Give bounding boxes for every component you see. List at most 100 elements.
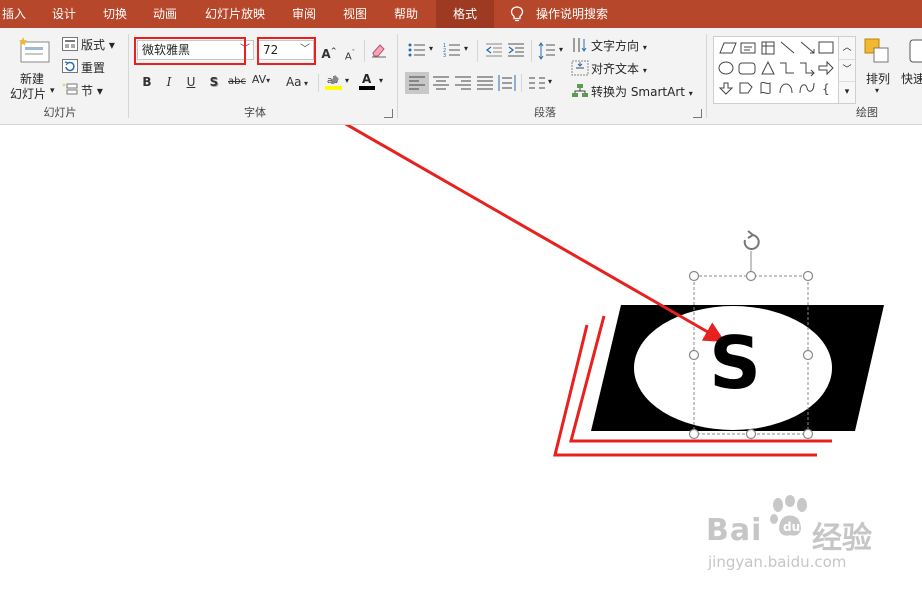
arrange-button[interactable]: 排列: [866, 70, 890, 87]
grow-font-button[interactable]: A^: [320, 42, 338, 61]
resize-handle[interactable]: [688, 349, 700, 361]
highlight-dropdown-icon[interactable]: ▾: [345, 76, 349, 85]
shrink-font-button[interactable]: Aˇ: [341, 44, 359, 62]
bullets-icon[interactable]: [408, 42, 426, 58]
clear-formatting-icon[interactable]: [371, 42, 387, 58]
character-spacing-label: AV: [251, 73, 267, 86]
change-case-button[interactable]: Aa ▾: [282, 73, 312, 91]
gallery-scroll-up-icon[interactable]: ︿: [839, 37, 855, 60]
tab-insert[interactable]: 插入: [2, 0, 26, 28]
italic-button[interactable]: I: [160, 73, 178, 91]
line-spacing-dropdown-icon[interactable]: ▾: [559, 45, 563, 54]
ribbon-tab-bar: 插入 设计 切换 动画 幻灯片放映 审阅 视图 帮助 格式 操作说明搜索: [0, 0, 922, 28]
watermark-url: jingyan.baidu.com: [708, 553, 847, 571]
new-slide-icon[interactable]: [17, 37, 51, 65]
resize-handle[interactable]: [745, 428, 757, 440]
columns-dropdown-icon[interactable]: ▾: [548, 77, 552, 86]
resize-handle[interactable]: [802, 270, 814, 282]
shrink-font-label: A: [344, 51, 352, 63]
reset-icon: [62, 59, 78, 73]
columns-icon[interactable]: [528, 75, 546, 91]
new-slide-label-2[interactable]: 幻灯片: [10, 85, 46, 102]
underline-button[interactable]: U: [182, 73, 200, 91]
resize-handle[interactable]: [688, 270, 700, 282]
resize-handle[interactable]: [802, 349, 814, 361]
section-icon: [62, 83, 78, 95]
highlight-color-icon[interactable]: ab: [325, 73, 343, 91]
slide-letter[interactable]: S: [700, 315, 770, 411]
convert-smartart-button[interactable]: 转换为 SmartArt ▾: [591, 83, 693, 100]
text-direction-icon: [573, 38, 587, 52]
tab-review[interactable]: 审阅: [292, 0, 316, 28]
smartart-icon: [572, 84, 588, 97]
tab-slideshow[interactable]: 幻灯片放映: [205, 0, 265, 28]
font-color-letter: A: [362, 72, 372, 86]
gallery-more-icon[interactable]: ▾: [839, 82, 855, 103]
tab-transitions[interactable]: 切换: [103, 0, 127, 28]
bullets-dropdown-icon[interactable]: ▾: [429, 44, 433, 53]
text-direction-label: 文字方向: [591, 39, 640, 53]
gallery-scroll-down-icon[interactable]: ﹀: [839, 60, 855, 82]
font-group-label: 字体: [244, 106, 266, 119]
slide-canvas[interactable]: S Bai du 经验 jingyan.baidu.com: [0, 125, 922, 593]
font-name-highlight: [134, 37, 246, 65]
align-left-icon: [409, 76, 425, 90]
arrange-dropdown-icon[interactable]: ▾: [875, 86, 879, 95]
shapes-gallery-scroll: ︿ ﹀ ▾: [838, 36, 856, 104]
tab-animations[interactable]: 动画: [153, 0, 177, 28]
shapes-gallery-icons: {: [718, 41, 834, 96]
decrease-indent-icon[interactable]: [485, 42, 503, 58]
text-direction-button[interactable]: 文字方向 ▾: [591, 37, 647, 54]
tell-me-search[interactable]: 操作说明搜索: [536, 0, 608, 28]
reset-button[interactable]: 重置: [81, 59, 105, 76]
align-text-label: 对齐文本: [591, 62, 640, 76]
rotate-handle-icon[interactable]: [743, 230, 760, 250]
svg-text:du: du: [783, 520, 800, 534]
font-divider: [318, 74, 319, 92]
quick-styles-button[interactable]: 快速: [901, 70, 922, 87]
watermark-brand-left: Bai: [706, 513, 763, 548]
lightbulb-icon: [510, 6, 524, 22]
tab-view[interactable]: 视图: [343, 0, 367, 28]
text-shadow-button[interactable]: S: [205, 73, 223, 91]
align-text-button[interactable]: 对齐文本 ▾: [591, 60, 647, 77]
paw-logo-icon: du: [770, 495, 807, 536]
tab-format[interactable]: 格式: [436, 0, 494, 28]
numbering-dropdown-icon[interactable]: ▾: [464, 44, 468, 53]
section-label: 节: [81, 84, 94, 98]
arrange-icon[interactable]: [863, 37, 891, 65]
align-center-icon[interactable]: [432, 75, 450, 91]
section-button[interactable]: 节 ▾: [81, 82, 103, 99]
watermark-brand-right: 经验: [812, 521, 872, 556]
tab-design[interactable]: 设计: [52, 0, 76, 28]
new-slide-chevron-icon[interactable]: ▾: [50, 86, 55, 96]
brace-glyph: {: [822, 82, 830, 96]
paragraph-divider: [477, 40, 478, 62]
align-left-icon[interactable]: [410, 101, 428, 117]
paragraph-group-label: 段落: [534, 106, 556, 119]
bold-button[interactable]: B: [138, 73, 156, 91]
resize-handle[interactable]: [745, 270, 757, 282]
tab-help[interactable]: 帮助: [394, 0, 418, 28]
resize-handle[interactable]: [802, 428, 814, 440]
strikethrough-button[interactable]: abc: [226, 73, 248, 91]
resize-handle[interactable]: [688, 428, 700, 440]
line-spacing-icon[interactable]: [538, 42, 556, 60]
shapes-gallery[interactable]: {: [713, 36, 839, 104]
numbering-icon[interactable]: 123: [443, 42, 461, 58]
distributed-align-icon[interactable]: [498, 74, 516, 92]
svg-text:3: 3: [443, 53, 446, 58]
align-left-button[interactable]: [405, 72, 429, 94]
align-right-icon[interactable]: [454, 75, 472, 91]
font-size-highlight: [257, 37, 316, 65]
layout-button[interactable]: 版式 ▾: [81, 36, 115, 53]
font-color-dropdown-icon[interactable]: ▾: [379, 76, 383, 85]
increase-indent-icon[interactable]: [507, 42, 525, 58]
character-spacing-button[interactable]: AV▾: [250, 71, 272, 89]
justify-icon[interactable]: [476, 75, 494, 91]
quick-styles-icon[interactable]: [907, 37, 922, 65]
font-dialog-launcher-icon[interactable]: [384, 109, 393, 118]
paragraph-divider: [531, 40, 532, 62]
paragraph-dialog-launcher-icon[interactable]: [693, 109, 702, 118]
layout-icon: [62, 37, 78, 51]
